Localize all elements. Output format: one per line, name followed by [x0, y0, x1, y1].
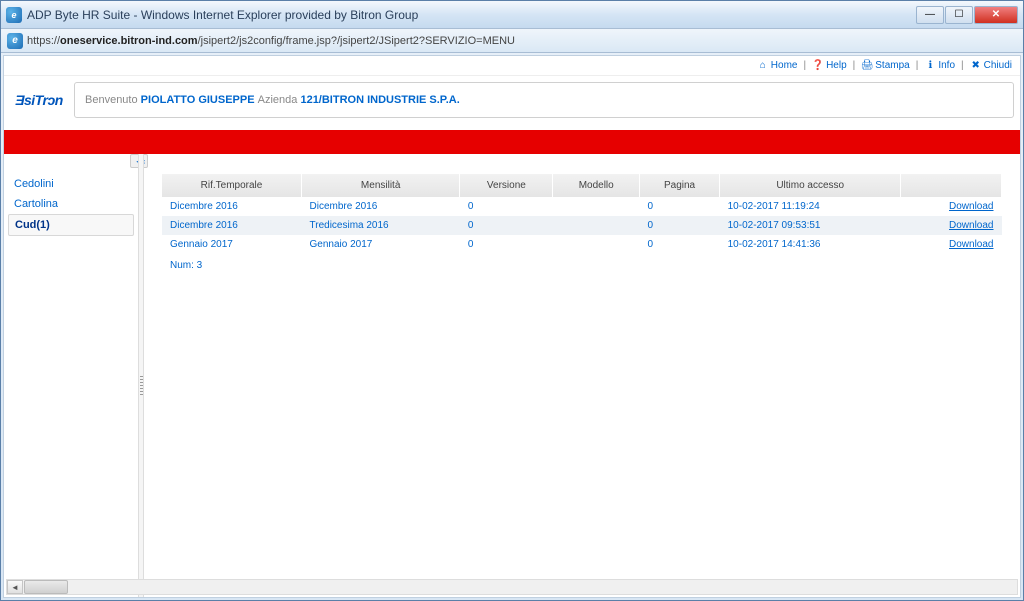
cell-mens: Tredicesima 2016	[302, 216, 460, 235]
col-download	[901, 174, 1002, 197]
url-display[interactable]: https://oneservice.bitron-ind.com/jsiper…	[27, 35, 515, 47]
home-icon: ⌂	[757, 60, 769, 72]
col-rif[interactable]: Rif.Temporale	[162, 174, 302, 197]
close-button[interactable]	[974, 6, 1018, 24]
table-footer: Num: 3	[162, 254, 1002, 277]
sidebar: Cedolini Cartolina Cud(1)	[4, 154, 138, 597]
logo: ƎsiTrɔn	[15, 92, 63, 108]
close-link[interactable]: ✖Chiudi	[970, 60, 1012, 72]
col-versione[interactable]: Versione	[460, 174, 553, 197]
help-link[interactable]: ❓Help	[812, 60, 847, 72]
documents-table: Rif.Temporale Mensilità Versione Modello…	[162, 174, 1002, 254]
col-modello[interactable]: Modello	[553, 174, 640, 197]
cell-download: Download	[901, 235, 1002, 254]
ie-icon	[6, 7, 22, 23]
welcome-bar: Benvenuto PIOLATTO GIUSEPPE Azienda 121/…	[74, 82, 1014, 118]
user-name: PIOLATTO GIUSEPPE	[141, 94, 255, 106]
page-content: ⌂Home | ❓Help | 🖨Stampa | ℹInfo | ✖Chiud…	[3, 55, 1021, 598]
print-icon: 🖨	[861, 60, 873, 72]
sidebar-item-cedolini[interactable]: Cedolini	[8, 174, 134, 194]
scroll-thumb[interactable]	[24, 580, 68, 594]
azienda-label: Azienda	[258, 94, 298, 106]
sidebar-wrap: Cedolini Cartolina Cud(1)	[4, 154, 144, 597]
top-links-bar: ⌂Home | ❓Help | 🖨Stampa | ℹInfo | ✖Chiud…	[4, 56, 1020, 76]
red-band	[4, 130, 1020, 154]
sidebar-splitter[interactable]	[138, 154, 144, 597]
cell-ver: 0	[460, 235, 553, 254]
table-header-row: Rif.Temporale Mensilità Versione Modello…	[162, 174, 1002, 197]
maximize-button[interactable]	[945, 6, 973, 24]
cell-mod	[553, 216, 640, 235]
cell-mens: Dicembre 2016	[302, 197, 460, 216]
cell-mod	[553, 235, 640, 254]
cell-pag: 0	[640, 235, 720, 254]
col-mensilita[interactable]: Mensilità	[302, 174, 460, 197]
table-row[interactable]: Dicembre 2016 Tredicesima 2016 0 0 10-02…	[162, 216, 1002, 235]
sidebar-item-cud[interactable]: Cud(1)	[8, 214, 134, 236]
titlebar: ADP Byte HR Suite - Windows Internet Exp…	[1, 1, 1023, 29]
logo-area: ƎsiTrɔn	[4, 76, 74, 124]
help-icon: ❓	[812, 60, 824, 72]
minimize-button[interactable]	[916, 6, 944, 24]
home-link[interactable]: ⌂Home	[757, 60, 798, 72]
download-link[interactable]: Download	[949, 239, 993, 250]
table-row[interactable]: Dicembre 2016 Dicembre 2016 0 0 10-02-20…	[162, 197, 1002, 216]
main-body: Cedolini Cartolina Cud(1) Rif.Temporale …	[4, 154, 1020, 597]
col-pagina[interactable]: Pagina	[640, 174, 720, 197]
header-band: ƎsiTrɔn Benvenuto PIOLATTO GIUSEPPE Azie…	[4, 76, 1020, 124]
cell-download: Download	[901, 216, 1002, 235]
cell-rif: Dicembre 2016	[162, 216, 302, 235]
url-path: /jsipert2/js2config/frame.jsp?/jsipert2/…	[198, 35, 515, 47]
cell-acc: 10-02-2017 11:19:24	[720, 197, 901, 216]
sidebar-item-cartolina[interactable]: Cartolina	[8, 194, 134, 214]
col-accesso[interactable]: Ultimo accesso	[720, 174, 901, 197]
window-frame: ADP Byte HR Suite - Windows Internet Exp…	[0, 0, 1024, 601]
welcome-label: Benvenuto	[85, 94, 138, 106]
cell-mod	[553, 197, 640, 216]
cell-rif: Gennaio 2017	[162, 235, 302, 254]
url-proto: https://	[27, 35, 60, 47]
company-name: 121/BITRON INDUSTRIE S.P.A.	[300, 94, 459, 106]
info-icon: ℹ	[924, 60, 936, 72]
horizontal-scrollbar[interactable]: ◄	[6, 579, 1018, 595]
download-link[interactable]: Download	[949, 220, 993, 231]
info-link[interactable]: ℹInfo	[924, 60, 955, 72]
cell-ver: 0	[460, 197, 553, 216]
window-controls	[916, 6, 1018, 24]
cell-pag: 0	[640, 197, 720, 216]
close-icon: ✖	[970, 60, 982, 72]
page-icon	[7, 33, 23, 49]
window-title: ADP Byte HR Suite - Windows Internet Exp…	[27, 8, 916, 22]
cell-rif: Dicembre 2016	[162, 197, 302, 216]
addressbar: https://oneservice.bitron-ind.com/jsiper…	[1, 29, 1023, 53]
url-domain: oneservice.bitron-ind.com	[60, 35, 198, 47]
cell-ver: 0	[460, 216, 553, 235]
download-link[interactable]: Download	[949, 201, 993, 212]
cell-acc: 10-02-2017 14:41:36	[720, 235, 901, 254]
cell-acc: 10-02-2017 09:53:51	[720, 216, 901, 235]
table-row[interactable]: Gennaio 2017 Gennaio 2017 0 0 10-02-2017…	[162, 235, 1002, 254]
scroll-left-button[interactable]: ◄	[7, 580, 23, 594]
print-link[interactable]: 🖨Stampa	[861, 60, 909, 72]
cell-pag: 0	[640, 216, 720, 235]
cell-download: Download	[901, 197, 1002, 216]
cell-mens: Gennaio 2017	[302, 235, 460, 254]
data-area: Rif.Temporale Mensilità Versione Modello…	[144, 154, 1020, 597]
